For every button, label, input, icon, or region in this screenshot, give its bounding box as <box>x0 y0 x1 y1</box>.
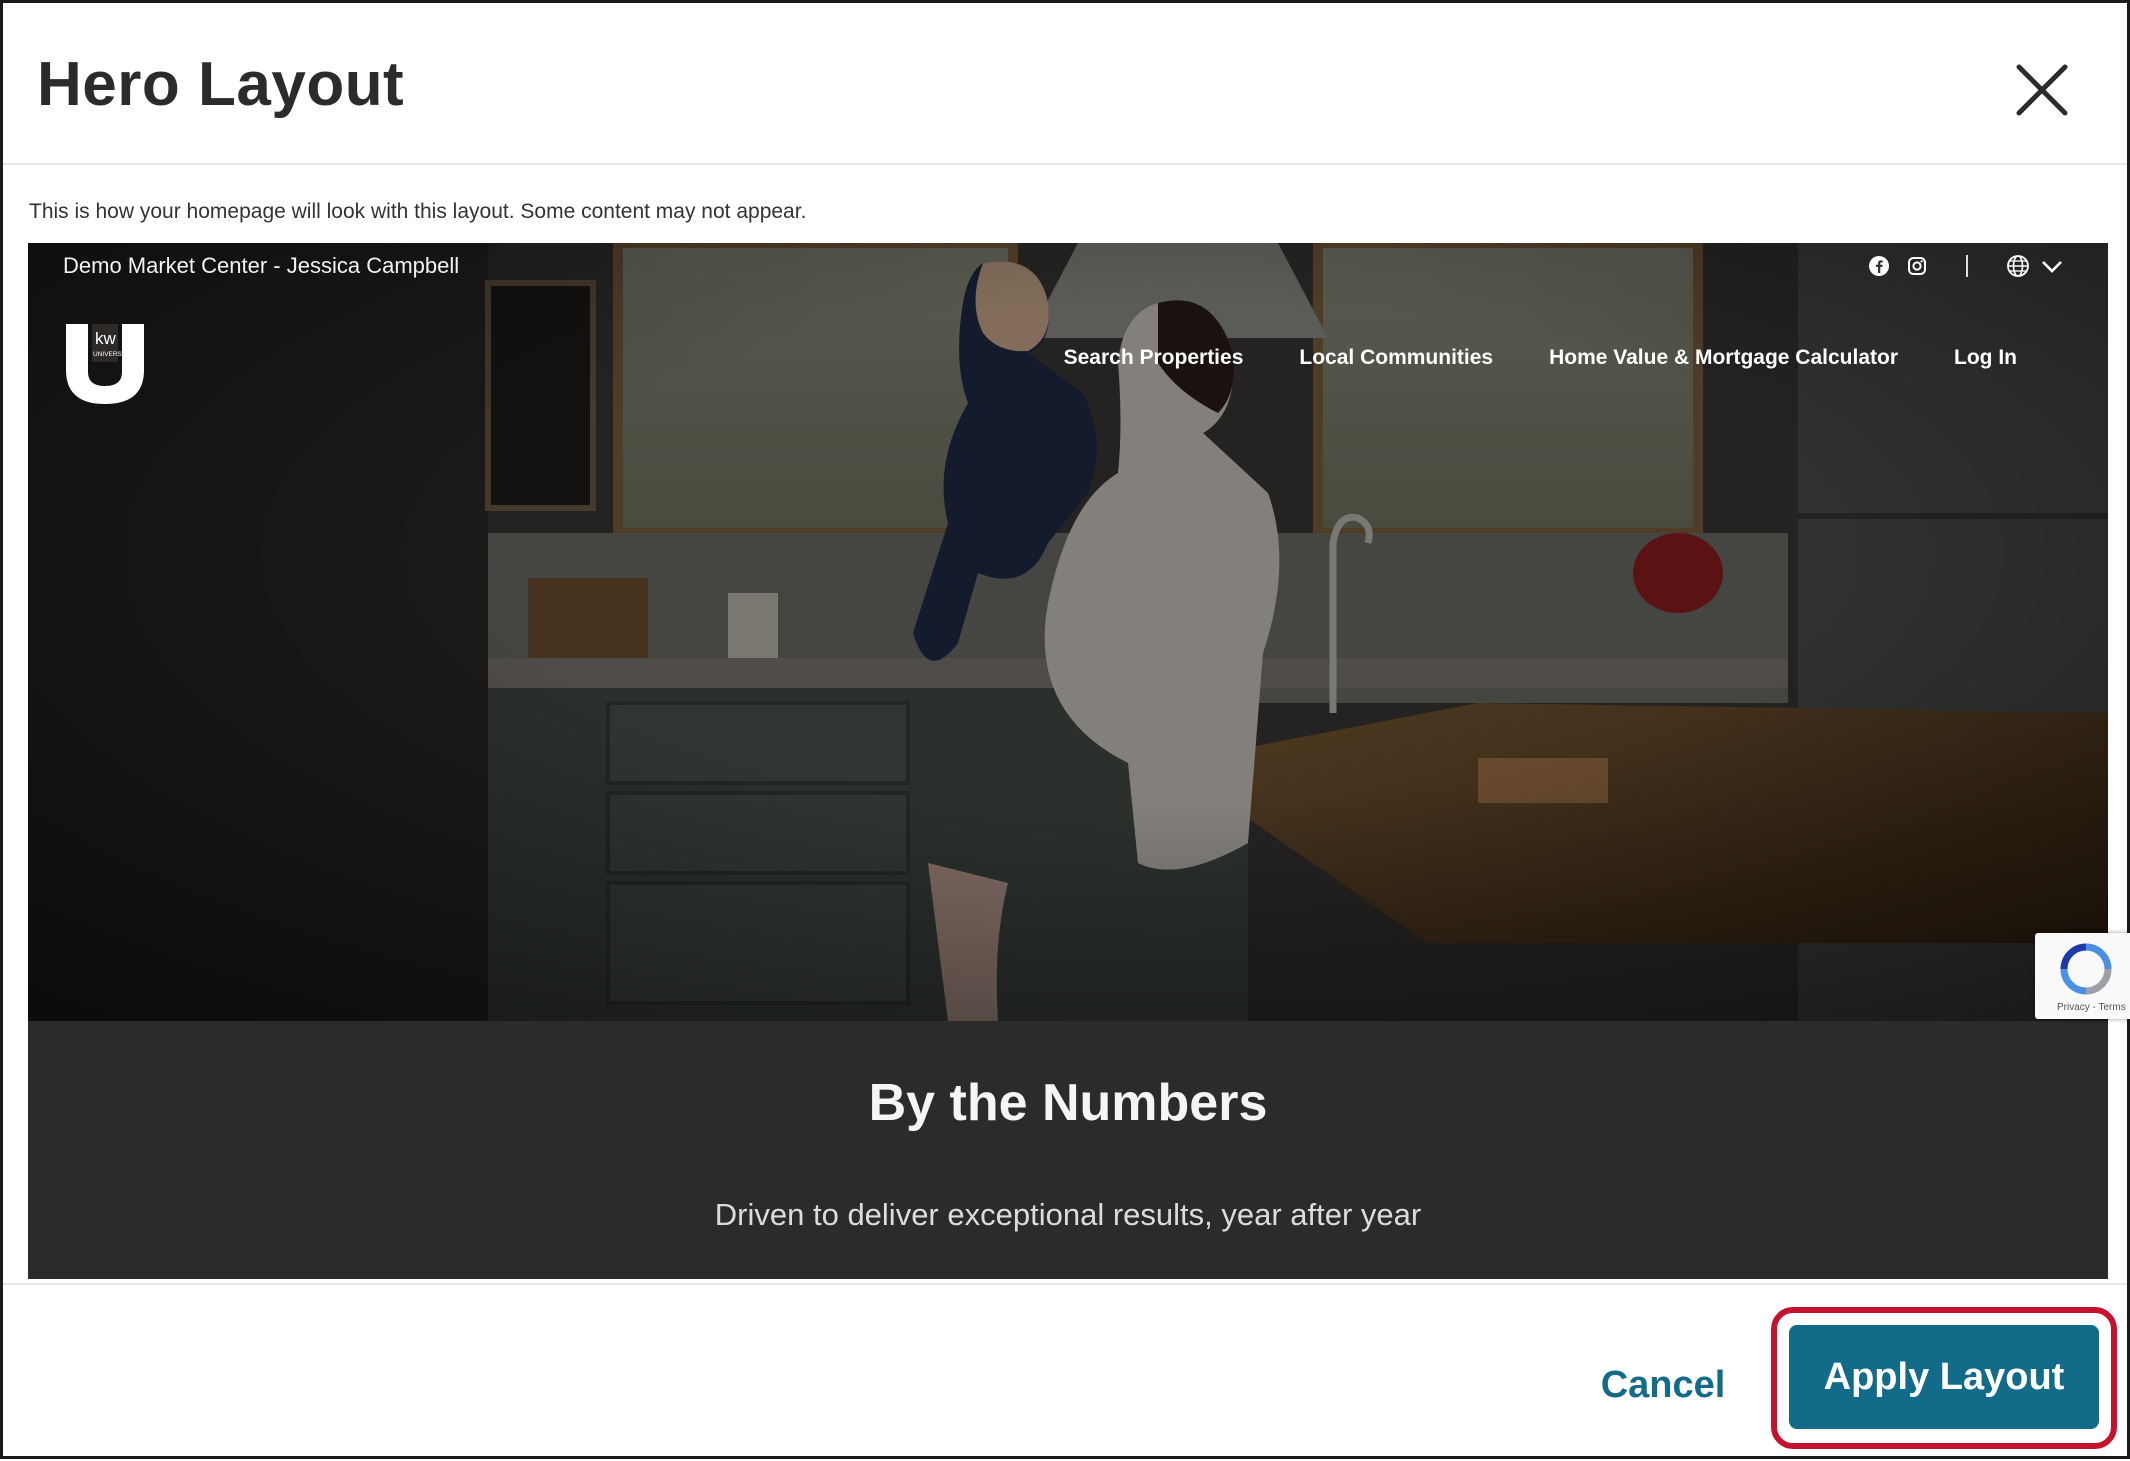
nav-home-value-calculator[interactable]: Home Value & Mortgage Calculator <box>1549 346 1898 370</box>
section-subtitle: Driven to deliver exceptional results, y… <box>714 1197 1422 1232</box>
close-button[interactable] <box>2011 59 2073 121</box>
svg-text:UNIVERSITY: UNIVERSITY <box>93 351 133 358</box>
modal-header: Hero Layout <box>3 3 2127 165</box>
preview-note: This is how your homepage will look with… <box>29 200 807 223</box>
topbar-icons <box>1868 251 2064 281</box>
language-selector[interactable] <box>2006 254 2064 278</box>
apply-layout-button[interactable]: Apply Layout <box>1789 1325 2099 1429</box>
globe-icon <box>2007 255 2029 277</box>
by-the-numbers-section: By the Numbers Driven to deliver excepti… <box>28 1021 2108 1279</box>
svg-text:kw: kw <box>95 329 117 348</box>
nav-log-in[interactable]: Log In <box>1954 346 2017 370</box>
section-title: By the Numbers <box>868 1074 1268 1132</box>
recaptcha-icon <box>2060 943 2112 995</box>
instagram-icon[interactable] <box>1906 255 1928 277</box>
modal-footer: Cancel Apply Layout <box>3 1283 2127 1461</box>
nav-local-communities[interactable]: Local Communities <box>1299 346 1493 370</box>
recaptcha-badge[interactable]: Privacy - Terms <box>2035 933 2130 1019</box>
topbar-divider <box>1966 255 1968 277</box>
facebook-icon[interactable] <box>1868 255 1890 277</box>
chevron-down-icon <box>2042 261 2062 273</box>
layout-preview: Demo Market Center - Jessica Campbell kw… <box>28 243 2108 1279</box>
hero-layout-modal: Hero Layout This is how your homepage wi… <box>0 0 2130 1459</box>
kw-university-logo[interactable]: kw UNIVERSITY <box>62 320 148 406</box>
hero-image: Demo Market Center - Jessica Campbell kw… <box>28 243 2108 1021</box>
modal-title: Hero Layout <box>37 50 405 119</box>
cancel-button[interactable]: Cancel <box>1583 1355 1743 1415</box>
site-name: Demo Market Center - Jessica Campbell <box>63 253 460 278</box>
recaptcha-links[interactable]: Privacy - Terms <box>2057 1002 2126 1013</box>
preview-nav: Search Properties Local Communities Home… <box>1064 346 2017 370</box>
nav-search-properties[interactable]: Search Properties <box>1064 346 1244 370</box>
close-icon <box>2016 64 2068 116</box>
